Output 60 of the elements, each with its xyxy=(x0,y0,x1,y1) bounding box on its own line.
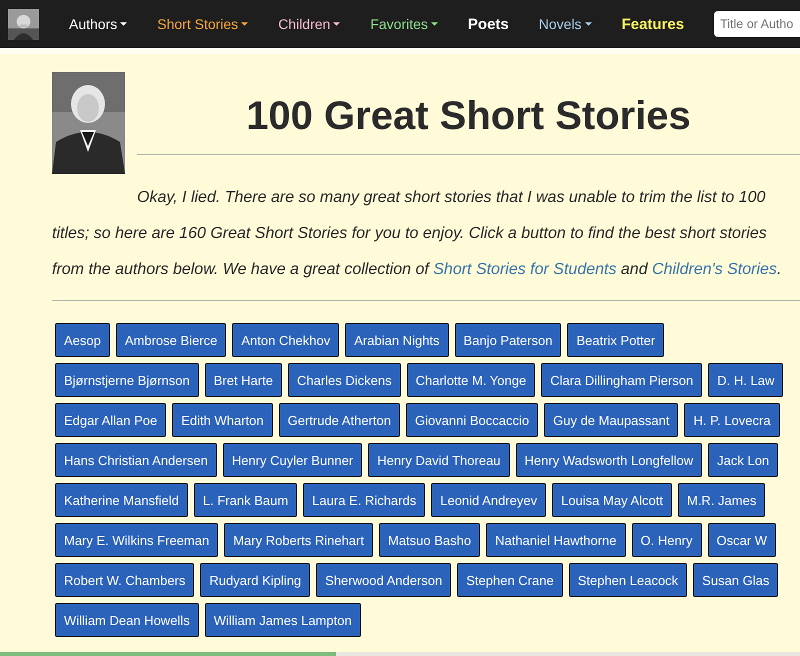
caret-icon xyxy=(120,22,128,26)
author-button[interactable]: Anton Chekhov xyxy=(232,323,340,357)
author-button[interactable]: Rudyard Kipling xyxy=(200,563,310,597)
author-button[interactable]: Jack Lon xyxy=(708,443,778,477)
author-button[interactable]: Susan Glas xyxy=(693,563,778,597)
caret-icon xyxy=(241,22,248,26)
author-button[interactable]: Nathaniel Hawthorne xyxy=(486,523,626,557)
author-button[interactable]: Henry David Thoreau xyxy=(368,443,510,477)
author-button[interactable]: Henry Cuyler Bunner xyxy=(222,443,362,477)
nav-link[interactable]: Poets xyxy=(468,16,509,32)
author-button[interactable]: Charles Dickens xyxy=(288,363,401,397)
author-button[interactable]: Mary Roberts Rinehart xyxy=(224,523,373,557)
author-button[interactable]: William James Lampton xyxy=(204,603,361,637)
author-button[interactable]: L. Frank Baum xyxy=(194,483,298,517)
author-button[interactable]: Leonid Andreyev xyxy=(431,483,546,517)
author-button[interactable]: Arabian Nights xyxy=(345,323,449,357)
search-field[interactable]: Title or Autho xyxy=(714,11,800,37)
author-button[interactable]: Henry Wadsworth Longfellow xyxy=(516,443,702,477)
author-button[interactable]: Laura E. Richards xyxy=(303,483,426,517)
author-button[interactable]: Matsuo Basho xyxy=(378,523,480,557)
author-button[interactable]: Banjo Paterson xyxy=(454,323,562,357)
author-button[interactable]: Mary E. Wilkins Freeman xyxy=(55,523,218,557)
author-button[interactable]: Hans Christian Andersen xyxy=(55,443,217,477)
text-link[interactable]: Short Stories for Students xyxy=(433,261,616,278)
text-link[interactable]: Children's Stories xyxy=(652,261,777,278)
author-button[interactable]: Beatrix Potter xyxy=(567,323,664,357)
author-button[interactable]: Bret Harte xyxy=(204,363,282,397)
nav-link[interactable]: Features xyxy=(622,16,684,32)
author-button[interactable]: Oscar W xyxy=(708,523,776,557)
author-button[interactable]: Charlotte M. Yonge xyxy=(406,363,536,397)
caret-icon xyxy=(333,22,340,26)
author-button[interactable]: M.R. James xyxy=(678,483,766,517)
author-button[interactable]: Robert W. Chambers xyxy=(55,563,194,597)
author-button[interactable]: Aesop xyxy=(55,323,110,357)
nav-link[interactable]: Short Stories xyxy=(157,16,248,32)
author-button[interactable]: Edith Wharton xyxy=(172,403,273,437)
author-button[interactable]: Giovanni Boccaccio xyxy=(406,403,538,437)
page-title: 100 Great Short Stories xyxy=(245,93,692,140)
author-button[interactable]: Louisa May Alcott xyxy=(552,483,672,517)
author-button[interactable]: O. Henry xyxy=(632,523,702,557)
author-button[interactable]: Stephen Crane xyxy=(457,563,563,597)
author-button[interactable]: Clara Dillingham Pierson xyxy=(541,363,702,397)
author-button[interactable]: Stephen Leacock xyxy=(568,563,688,597)
caret-icon xyxy=(430,22,438,26)
author-button[interactable]: Guy de Maupassant xyxy=(544,403,678,437)
intro-paragraph: Okay, I lied. There are so many great short stories that I was unable to trim the list to 100 titles; so here are 160 Great Short Stories for you to enjoy. Click a button to find the best short stories from the authors below. We have a great collection of Short Stories for Students and Children's Stories. xyxy=(52,188,782,280)
author-button[interactable]: Gertrude Atherton xyxy=(278,403,400,437)
nav-link[interactable]: Novels xyxy=(538,16,592,32)
nav-link[interactable]: Favorites xyxy=(370,16,438,32)
nav-link[interactable]: Children xyxy=(278,16,340,32)
author-button[interactable]: H. P. Lovecra xyxy=(684,403,780,437)
nav-link[interactable]: Authors xyxy=(69,16,128,32)
author-button[interactable]: Katherine Mansfield xyxy=(55,483,188,517)
caret-icon xyxy=(584,22,592,26)
author-button[interactable]: Bjørnstjerne Bjørnson xyxy=(55,363,199,397)
author-button[interactable]: D. H. Law xyxy=(708,363,784,397)
author-button[interactable]: Sherwood Anderson xyxy=(316,563,452,597)
author-button[interactable]: William Dean Howells xyxy=(55,603,199,637)
author-button[interactable]: Edgar Allan Poe xyxy=(55,403,166,437)
author-button[interactable]: Ambrose Bierce xyxy=(116,323,226,357)
